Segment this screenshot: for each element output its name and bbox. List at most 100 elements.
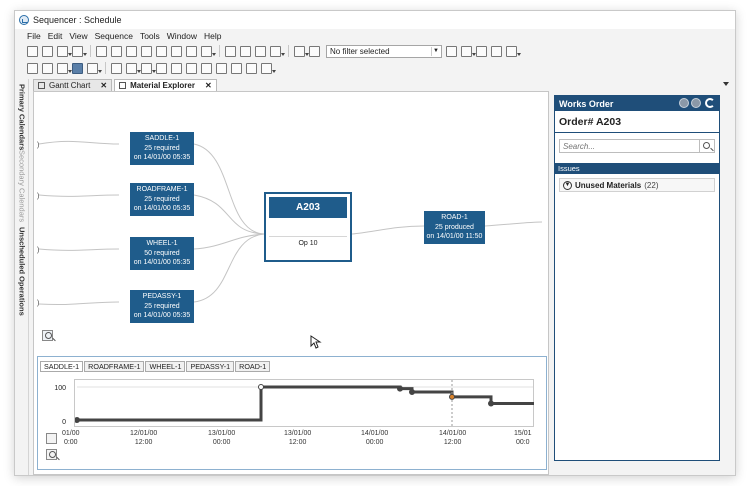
report-icon[interactable] (126, 45, 137, 57)
layout-icon[interactable] (506, 45, 521, 57)
material-connector (193, 143, 265, 235)
material-icon[interactable] (231, 62, 242, 74)
x-tick-label: 01/00 0:00 (62, 429, 80, 447)
menu-file[interactable]: File (27, 31, 41, 41)
tab-primary-calendars[interactable]: Primary Calendars (16, 84, 28, 150)
bar-chart-icon[interactable] (261, 62, 276, 74)
export-icon[interactable] (491, 45, 502, 57)
stock-chart-panel: SADDLE-1 ROADFRAME-1 WHEEL-1 PEDASSY-1 R… (37, 356, 547, 470)
menu-view[interactable]: View (69, 31, 87, 41)
print-icon[interactable] (42, 45, 53, 57)
next-order-icon[interactable] (691, 98, 701, 108)
grid-view-icon[interactable] (96, 45, 107, 57)
search-button[interactable] (700, 139, 715, 153)
zoom-fit-icon[interactable] (111, 62, 122, 74)
edit-view-icon[interactable] (42, 62, 53, 74)
split-icon[interactable] (201, 62, 212, 74)
chart-zoom-icon[interactable] (46, 449, 57, 460)
help-icon[interactable] (201, 45, 216, 57)
chart-tab-road[interactable]: ROAD-1 (235, 361, 271, 372)
material-node[interactable]: PEDASSY-1 25 required on 14/01/00 05:35 (130, 290, 194, 323)
resource-icon[interactable] (171, 45, 182, 57)
issues-header: Issues (555, 163, 719, 174)
output-node[interactable]: ROAD-1 25 produced on 14/01/00 11:50 (424, 211, 485, 244)
tab-secondary-calendars[interactable]: Secondary Calendars (16, 150, 28, 222)
zoom-icon[interactable] (42, 330, 53, 341)
calendar-icon[interactable] (111, 45, 122, 57)
save-icon[interactable] (27, 45, 38, 57)
percent-icon[interactable] (225, 45, 236, 57)
x-tick-time: 12:00 (288, 439, 307, 446)
lock-icon[interactable] (246, 62, 257, 74)
stock-point[interactable] (449, 393, 455, 400)
view-icon[interactable] (27, 62, 38, 74)
issue-unused-materials[interactable]: ▼ Unused Materials (22) (559, 178, 715, 192)
output-name: ROAD-1 (441, 214, 468, 221)
gantt-icon[interactable] (156, 45, 167, 57)
order-node-title: A203 (269, 197, 347, 218)
stock-point[interactable] (258, 384, 264, 390)
tab-material-explorer[interactable]: Material Explorer ✕ (114, 79, 217, 91)
columns-icon[interactable] (87, 62, 102, 74)
filter-select-value: No filter selected (330, 46, 390, 56)
search-input[interactable] (559, 139, 700, 153)
undo-icon[interactable] (57, 45, 72, 57)
settings-icon[interactable] (186, 45, 197, 57)
timeline-icon[interactable] (141, 62, 156, 74)
redo-icon[interactable] (72, 45, 87, 57)
material-node[interactable]: SADDLE-1 25 required on 14/01/00 05:35 (130, 132, 194, 165)
filter-select[interactable]: No filter selected ▼ (326, 44, 442, 58)
chart-tab-wheel[interactable]: WHEEL-1 (145, 361, 186, 372)
sequence-icon[interactable] (186, 62, 197, 74)
close-icon[interactable]: ✕ (100, 81, 107, 90)
chart-icon[interactable] (141, 45, 152, 57)
material-explorer-canvas[interactable]: ) ) ) ) SADDLE-1 25 required on 14/01/00… (33, 91, 549, 475)
secondary-toolbar (15, 60, 735, 76)
works-order-panel: Works Order Order# A203 Issues ▼ Unused … (554, 95, 720, 461)
chart-tabs: SADDLE-1 ROADFRAME-1 WHEEL-1 PEDASSY-1 R… (40, 361, 271, 372)
mouse-cursor-icon (310, 335, 322, 349)
chart-tab-roadframe[interactable]: ROADFRAME-1 (84, 361, 145, 372)
menu-window[interactable]: Window (167, 31, 197, 41)
stock-point[interactable] (74, 417, 80, 423)
chevron-down-icon[interactable]: ▼ (563, 180, 572, 190)
menu-help[interactable]: Help (204, 31, 221, 41)
stock-point[interactable] (409, 388, 415, 395)
percent-alt-icon[interactable] (240, 45, 251, 57)
menu-tools[interactable]: Tools (140, 31, 160, 41)
sort-icon[interactable] (57, 62, 72, 74)
zoom-icon[interactable] (126, 62, 141, 74)
tabs-menu-chevron-icon[interactable] (723, 82, 729, 86)
highlight-icon[interactable] (461, 45, 476, 57)
refresh-icon[interactable] (705, 98, 715, 108)
funnel-edit-icon[interactable] (309, 45, 320, 57)
tab-unscheduled-operations[interactable]: Unscheduled Operations (16, 227, 28, 316)
link-icon[interactable] (476, 45, 487, 57)
order-node[interactable]: A203 Op 10 (264, 192, 352, 262)
percent-options-icon[interactable] (270, 45, 285, 57)
tab-gantt-chart[interactable]: Gantt Chart ✕ (33, 79, 113, 91)
chart-tab-pedassy[interactable]: PEDASSY-1 (186, 361, 235, 372)
percent-filter-icon[interactable] (255, 45, 266, 57)
menu-sequence[interactable]: Sequence (95, 31, 133, 41)
material-name: WHEEL-1 (146, 240, 178, 247)
grid-toggle-icon[interactable] (46, 433, 57, 444)
move-icon[interactable] (171, 62, 182, 74)
check-icon[interactable] (216, 62, 227, 74)
magnifier-icon (49, 451, 56, 458)
stock-point[interactable] (488, 400, 494, 407)
chevron-down-icon[interactable]: ▼ (431, 46, 440, 56)
x-tick-date: 01/00 (62, 430, 80, 437)
material-node[interactable]: WHEEL-1 50 required on 14/01/00 05:35 (130, 237, 194, 270)
filter-apply-icon[interactable] (446, 45, 457, 57)
schedule-icon[interactable] (156, 62, 167, 74)
menu-edit[interactable]: Edit (48, 31, 63, 41)
stock-point[interactable] (397, 385, 403, 392)
previous-order-icon[interactable] (679, 98, 689, 108)
chart-tab-saddle[interactable]: SADDLE-1 (40, 361, 84, 372)
material-date: on 14/01/00 05:35 (133, 312, 191, 320)
table-icon[interactable] (72, 62, 83, 74)
close-icon[interactable]: ✕ (205, 81, 212, 90)
material-node[interactable]: ROADFRAME-1 25 required on 14/01/00 05:3… (130, 183, 194, 216)
funnel-icon[interactable] (294, 45, 309, 57)
